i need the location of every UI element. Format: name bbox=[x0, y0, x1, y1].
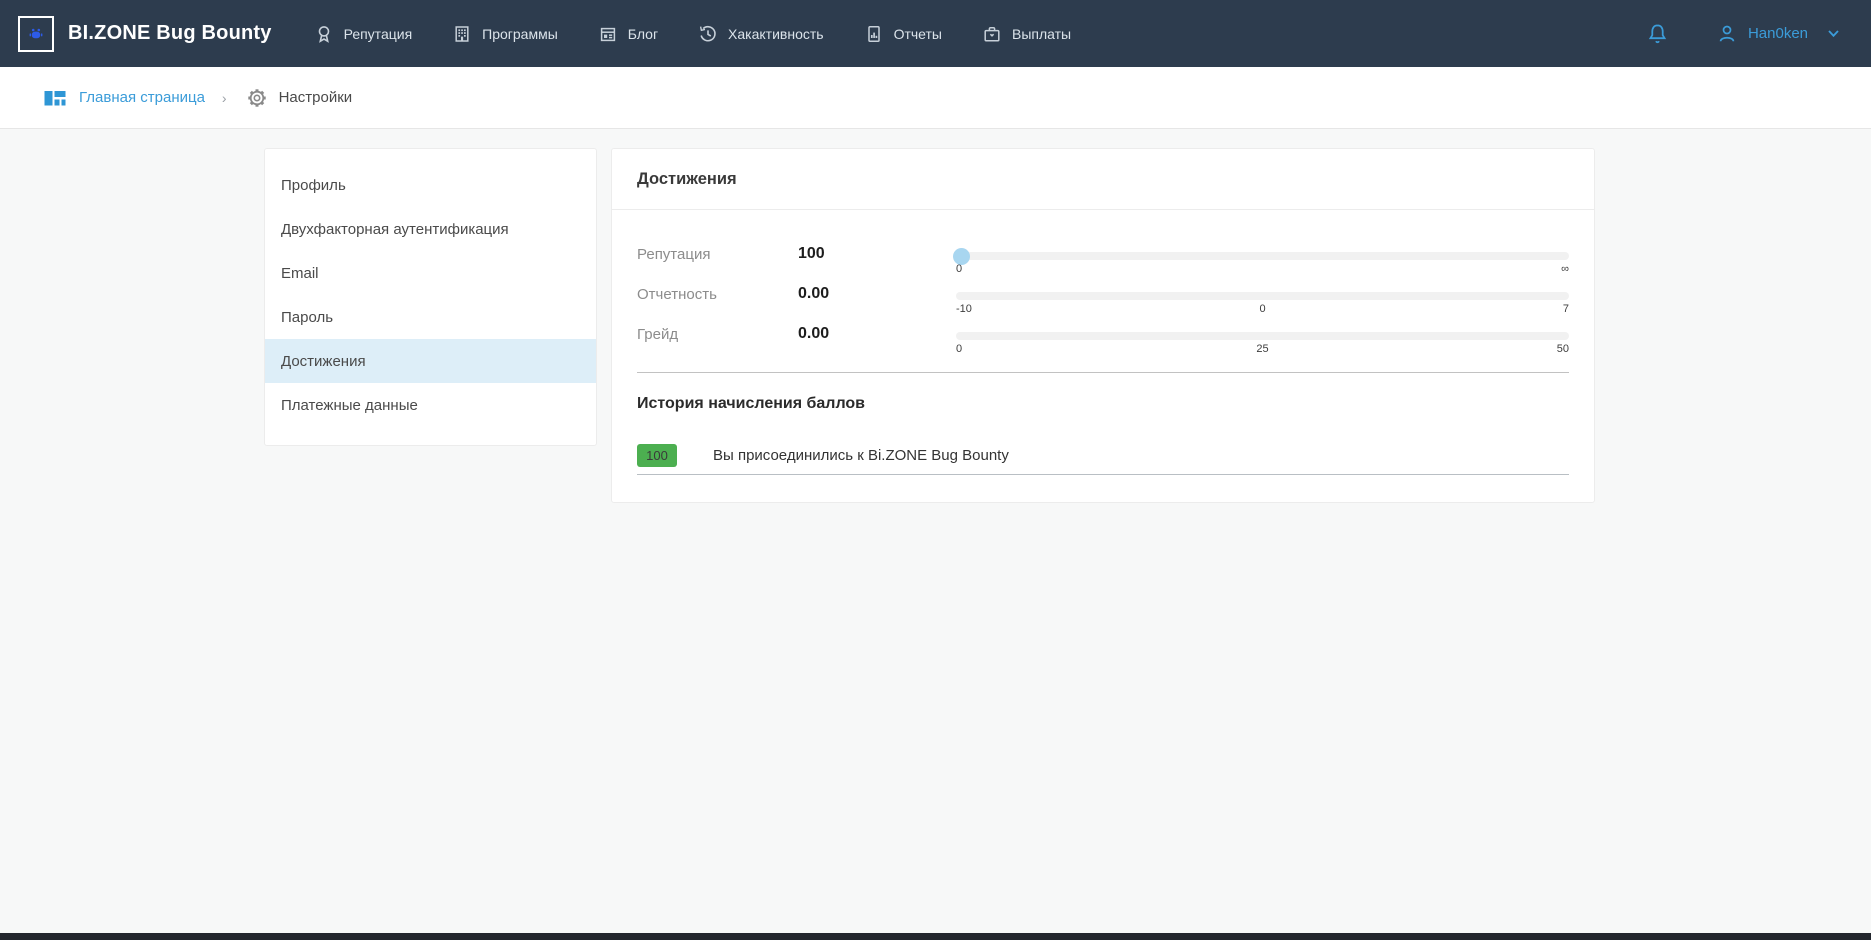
history-row: 100 Вы присоединились к Bi.ZONE Bug Boun… bbox=[637, 444, 1569, 475]
dashboard-icon bbox=[43, 86, 67, 110]
reporting-slider: -10 0 7 bbox=[956, 280, 1569, 320]
tick-mid: 25 bbox=[1256, 343, 1268, 355]
nav-label: Выплаты bbox=[1012, 26, 1071, 42]
history-title: История начисления баллов bbox=[637, 395, 1569, 413]
tick-max: 7 bbox=[1563, 303, 1569, 315]
nav-label: Программы bbox=[482, 26, 558, 42]
brand-title: BI.ZONE Bug Bounty bbox=[68, 22, 272, 45]
points-history-section: История начисления баллов 100 Вы присоед… bbox=[612, 395, 1594, 502]
slider-ticks: 0 ∞ bbox=[956, 263, 1569, 276]
tick-max: ∞ bbox=[1561, 263, 1569, 275]
stats-section: Репутация 100 0 ∞ Отчетность 0.00 bbox=[612, 210, 1594, 360]
nav-label: Отчеты bbox=[894, 26, 942, 42]
stat-row-reputation: Репутация 100 0 ∞ bbox=[637, 240, 1569, 280]
sidebar-item-payment-data[interactable]: Платежные данные bbox=[265, 383, 596, 427]
user-name: Han0ken bbox=[1748, 25, 1808, 42]
sidebar-item-achievements[interactable]: Достижения bbox=[265, 339, 596, 383]
user-icon bbox=[1716, 23, 1738, 45]
history-icon bbox=[698, 24, 718, 44]
sidebar-item-2fa[interactable]: Двухфакторная аутентификация bbox=[265, 207, 596, 251]
tick-min: 0 bbox=[956, 343, 962, 355]
sidebar-item-email[interactable]: Email bbox=[265, 251, 596, 295]
nav-item-reputation[interactable]: Репутация bbox=[314, 24, 413, 44]
achievements-panel: Достижения Репутация 100 0 ∞ Отчетность bbox=[611, 148, 1595, 503]
reputation-slider: 0 ∞ bbox=[956, 240, 1569, 280]
section-divider bbox=[637, 372, 1569, 373]
tick-max: 50 bbox=[1557, 343, 1569, 355]
tick-min: 0 bbox=[956, 263, 962, 275]
briefcase-icon bbox=[982, 24, 1002, 44]
newspaper-icon bbox=[598, 24, 618, 44]
settings-sidebar: Профиль Двухфакторная аутентификация Ema… bbox=[264, 148, 597, 446]
stat-label: Отчетность bbox=[637, 280, 798, 320]
chevron-down-icon bbox=[1826, 26, 1841, 41]
breadcrumb-home-label: Главная страница bbox=[79, 89, 205, 106]
stat-value: 100 bbox=[798, 240, 956, 280]
sidebar-item-password[interactable]: Пароль bbox=[265, 295, 596, 339]
bottom-edge-strip bbox=[0, 933, 1871, 940]
slider-track bbox=[956, 332, 1569, 340]
stat-value: 0.00 bbox=[798, 320, 956, 360]
stat-label: Грейд bbox=[637, 320, 798, 360]
nav-item-hackactivity[interactable]: Хакактивность bbox=[698, 24, 824, 44]
nav-item-reports[interactable]: Отчеты bbox=[864, 24, 942, 44]
nav-label: Репутация bbox=[344, 26, 413, 42]
breadcrumb: Главная страница › Настройки bbox=[0, 67, 1871, 129]
medal-icon bbox=[314, 24, 334, 44]
sidebar-item-label: Пароль bbox=[281, 309, 333, 326]
stat-row-grade: Грейд 0.00 0 25 50 bbox=[637, 320, 1569, 360]
slider-ticks: 0 25 50 bbox=[956, 343, 1569, 356]
brand-logo[interactable]: BI.ZONE Bug Bounty bbox=[18, 16, 272, 52]
grade-slider: 0 25 50 bbox=[956, 320, 1569, 360]
breadcrumb-separator: › bbox=[222, 90, 227, 106]
user-menu[interactable]: Han0ken bbox=[1716, 23, 1841, 45]
breadcrumb-current: Настройки bbox=[246, 87, 353, 109]
tick-min: -10 bbox=[956, 303, 972, 315]
stat-label: Репутация bbox=[637, 240, 798, 280]
notifications-bell-icon[interactable] bbox=[1645, 21, 1670, 46]
points-badge: 100 bbox=[637, 444, 677, 467]
content-area: Профиль Двухфакторная аутентификация Ema… bbox=[0, 129, 1871, 503]
nav-item-programs[interactable]: Программы bbox=[452, 24, 558, 44]
nav-item-blog[interactable]: Блог bbox=[598, 24, 658, 44]
slider-track bbox=[956, 252, 1569, 260]
top-navbar: BI.ZONE Bug Bounty Репутация bbox=[0, 0, 1871, 67]
sidebar-item-label: Профиль bbox=[281, 177, 346, 194]
tick-mid: 0 bbox=[1259, 303, 1265, 315]
nav-item-payouts[interactable]: Выплаты bbox=[982, 24, 1071, 44]
history-text: Вы присоединились к Bi.ZONE Bug Bounty bbox=[713, 447, 1009, 464]
breadcrumb-home-link[interactable]: Главная страница bbox=[43, 86, 205, 110]
nav-label: Хакактивность bbox=[728, 26, 824, 42]
breadcrumb-current-label: Настройки bbox=[279, 89, 353, 106]
sidebar-item-label: Платежные данные bbox=[281, 397, 418, 414]
sidebar-item-label: Email bbox=[281, 265, 319, 282]
bug-logo-icon bbox=[18, 16, 54, 52]
building-icon bbox=[452, 24, 472, 44]
sidebar-item-profile[interactable]: Профиль bbox=[265, 163, 596, 207]
navbar-right: Han0ken bbox=[1645, 21, 1841, 46]
sidebar-item-label: Двухфакторная аутентификация bbox=[281, 221, 509, 238]
stat-row-reporting: Отчетность 0.00 -10 0 7 bbox=[637, 280, 1569, 320]
slider-ticks: -10 0 7 bbox=[956, 303, 1569, 316]
gear-icon bbox=[246, 87, 268, 109]
slider-track bbox=[956, 292, 1569, 300]
stat-value: 0.00 bbox=[798, 280, 956, 320]
report-icon bbox=[864, 24, 884, 44]
panel-title: Достижения bbox=[612, 149, 1594, 210]
main-menu: Репутация Программы bbox=[314, 24, 1072, 44]
sidebar-item-label: Достижения bbox=[281, 353, 366, 370]
nav-label: Блог bbox=[628, 26, 658, 42]
